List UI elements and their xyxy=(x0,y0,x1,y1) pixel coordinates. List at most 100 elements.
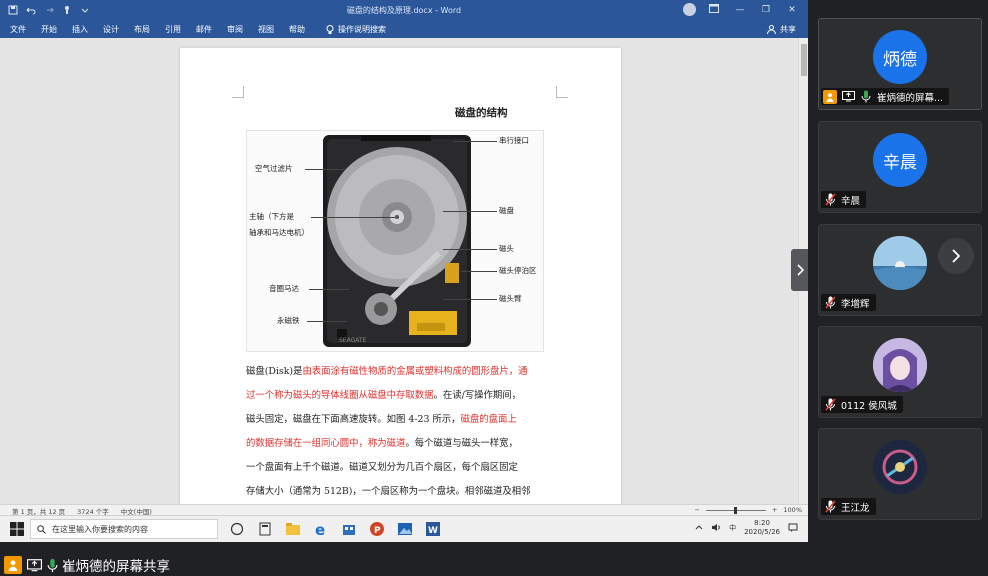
tab-file[interactable]: 文件 xyxy=(10,24,26,35)
scrollbar-thumb[interactable] xyxy=(801,44,807,76)
word-status-bar: 第 1 页，共 12 页 3724 个字 中文(中国) − + 100% xyxy=(0,504,808,516)
label-spindle-1: 主轴（下方是 xyxy=(249,212,294,221)
participant-tile[interactable]: 王江龙 xyxy=(818,428,982,520)
tab-view[interactable]: 视图 xyxy=(258,24,274,35)
account-avatar[interactable] xyxy=(683,3,696,16)
svg-text:W: W xyxy=(428,526,438,536)
label-voice-coil: 音圈马达 xyxy=(269,284,299,293)
ribbon-tabs-bar: 文件 开始 插入 设计 布局 引用 邮件 审阅 视图 帮助 操作说明搜索 共享 xyxy=(0,20,808,38)
zoom-slider-knob[interactable] xyxy=(733,506,737,514)
participant-name: 辛晨 xyxy=(841,195,861,207)
system-clock[interactable]: 8:20 2020/5/26 xyxy=(744,519,780,537)
presenter-icon xyxy=(823,89,837,104)
participant-tile[interactable]: 炳德 崔炳德的屏幕... xyxy=(818,18,982,110)
tab-help[interactable]: 帮助 xyxy=(289,24,305,35)
label-head: 磁头 xyxy=(499,244,514,253)
label-head-arm: 磁头臂 xyxy=(499,294,522,303)
mic-muted-icon xyxy=(823,296,837,310)
windows-start-icon[interactable] xyxy=(10,522,24,536)
mic-muted-icon xyxy=(823,193,837,207)
maximize-button[interactable]: ❐ xyxy=(758,5,774,15)
zoom-in-button[interactable]: + xyxy=(772,506,777,514)
tray-chevron-icon[interactable] xyxy=(695,524,703,532)
task-view-icon[interactable] xyxy=(228,520,246,538)
tell-me-label: 操作说明搜索 xyxy=(338,25,386,34)
participant-tile[interactable]: 0112 侯风城 xyxy=(818,326,982,418)
calculator-icon[interactable] xyxy=(256,520,274,538)
presenter-icon xyxy=(4,556,22,574)
svg-text:e: e xyxy=(315,521,325,537)
store-icon[interactable] xyxy=(340,520,358,538)
leader-line xyxy=(453,141,497,142)
tab-references[interactable]: 引用 xyxy=(165,24,181,35)
next-page-button[interactable] xyxy=(938,238,974,274)
word-app-icon[interactable]: W xyxy=(424,520,442,538)
person-icon xyxy=(767,25,776,34)
file-explorer-icon[interactable] xyxy=(284,520,302,538)
text-line: 的数据存储在一组同心圆中，称为磁道。每个磁道与磁头一样宽， xyxy=(246,438,518,449)
participant-name-bar: 李增辉 xyxy=(821,294,876,311)
ribbon-display-icon[interactable] xyxy=(706,3,722,16)
leader-line xyxy=(461,271,497,272)
leader-line xyxy=(311,217,395,218)
svg-text:P: P xyxy=(374,526,381,536)
photos-icon[interactable] xyxy=(396,520,414,538)
label-serial-port: 串行接口 xyxy=(499,136,529,145)
participant-name: 王江龙 xyxy=(841,502,870,514)
leader-line xyxy=(443,249,497,250)
document-canvas[interactable]: 磁盘的结构 SEAGATE 串行接口 空气过滤片 主轴（下方是 轴承和马达电机）… xyxy=(0,38,808,504)
text-line: 一个盘面有上千个磁道。磁道又划分为几百个扇区，每个扇区固定 xyxy=(246,462,518,473)
hard-disk-image xyxy=(323,135,471,347)
minimize-button[interactable]: — xyxy=(732,5,748,15)
mic-muted-icon xyxy=(823,398,837,412)
avatar xyxy=(873,338,927,392)
taskbar-search-box[interactable]: 在这里输入你要搜索的内容 xyxy=(30,519,218,539)
screen-share-icon xyxy=(26,557,42,573)
collapse-panel-button[interactable] xyxy=(791,249,808,291)
leader-line xyxy=(307,321,347,322)
search-placeholder: 在这里输入你要搜索的内容 xyxy=(52,524,148,534)
close-button[interactable]: ✕ xyxy=(784,5,800,15)
avatar: 辛晨 xyxy=(873,133,927,187)
participant-name: 李增辉 xyxy=(841,298,870,310)
page-heading: 磁盘的结构 xyxy=(455,107,508,119)
body-paragraph[interactable]: 磁盘(Disk)是由表面涂有磁性物质的金属或塑料构成的圆形盘片，通 过一个称为磁… xyxy=(246,360,564,504)
tell-me-search[interactable]: 操作说明搜索 xyxy=(326,24,386,35)
share-button[interactable]: 共享 xyxy=(767,24,796,35)
avatar xyxy=(873,236,927,290)
edge-browser-icon[interactable]: e xyxy=(312,520,330,538)
windows-taskbar: 在这里输入你要搜索的内容 e P W 中 8:20 2020/5/26 xyxy=(0,515,808,542)
participant-name: 0112 侯风城 xyxy=(841,400,897,412)
share-label: 共享 xyxy=(780,25,796,34)
search-icon xyxy=(37,524,46,534)
tab-home[interactable]: 开始 xyxy=(41,24,57,35)
ime-indicator[interactable]: 中 xyxy=(729,523,736,533)
powerpoint-icon[interactable]: P xyxy=(368,520,386,538)
lightbulb-icon xyxy=(326,24,334,34)
tab-insert[interactable]: 插入 xyxy=(72,24,88,35)
zoom-slider[interactable] xyxy=(705,506,766,514)
tab-design[interactable]: 设计 xyxy=(103,24,119,35)
document-page[interactable]: 磁盘的结构 SEAGATE 串行接口 空气过滤片 主轴（下方是 轴承和马达电机）… xyxy=(180,48,621,504)
crop-mark xyxy=(556,86,568,98)
zoom-out-button[interactable]: − xyxy=(695,506,700,514)
participant-name-bar: 0112 侯风城 xyxy=(821,396,903,413)
leader-line xyxy=(443,299,497,300)
text-line: 过一个称为磁头的导体线圈从磁盘中存取数据。在读/写操作期间， xyxy=(246,390,522,401)
shared-screen: 磁盘的结构及原理.docx - Word — ❐ ✕ 文件 开始 插入 设计 布… xyxy=(0,0,808,542)
tab-layout[interactable]: 布局 xyxy=(134,24,150,35)
mic-muted-icon xyxy=(823,500,837,514)
screen-share-icon xyxy=(841,90,855,104)
zoom-level[interactable]: 100% xyxy=(783,506,802,514)
text-line: 存储大小（通常为 512B)，一个扇区称为一个盘块。相邻磁道及相邻 xyxy=(246,486,531,497)
notification-icon[interactable] xyxy=(788,523,798,534)
sharing-banner-label: 崔炳德的屏幕共享 xyxy=(62,559,170,575)
hard-disk-figure[interactable]: SEAGATE 串行接口 空气过滤片 主轴（下方是 轴承和马达电机） 磁盘 磁头… xyxy=(246,130,544,352)
participant-tile[interactable]: 辛晨 辛晨 xyxy=(818,121,982,213)
mic-on-icon xyxy=(46,557,58,573)
label-air-filter: 空气过滤片 xyxy=(255,164,293,173)
clock-time: 8:20 xyxy=(754,519,770,527)
tab-mailings[interactable]: 邮件 xyxy=(196,24,212,35)
volume-icon[interactable] xyxy=(711,523,721,534)
tab-review[interactable]: 审阅 xyxy=(227,24,243,35)
